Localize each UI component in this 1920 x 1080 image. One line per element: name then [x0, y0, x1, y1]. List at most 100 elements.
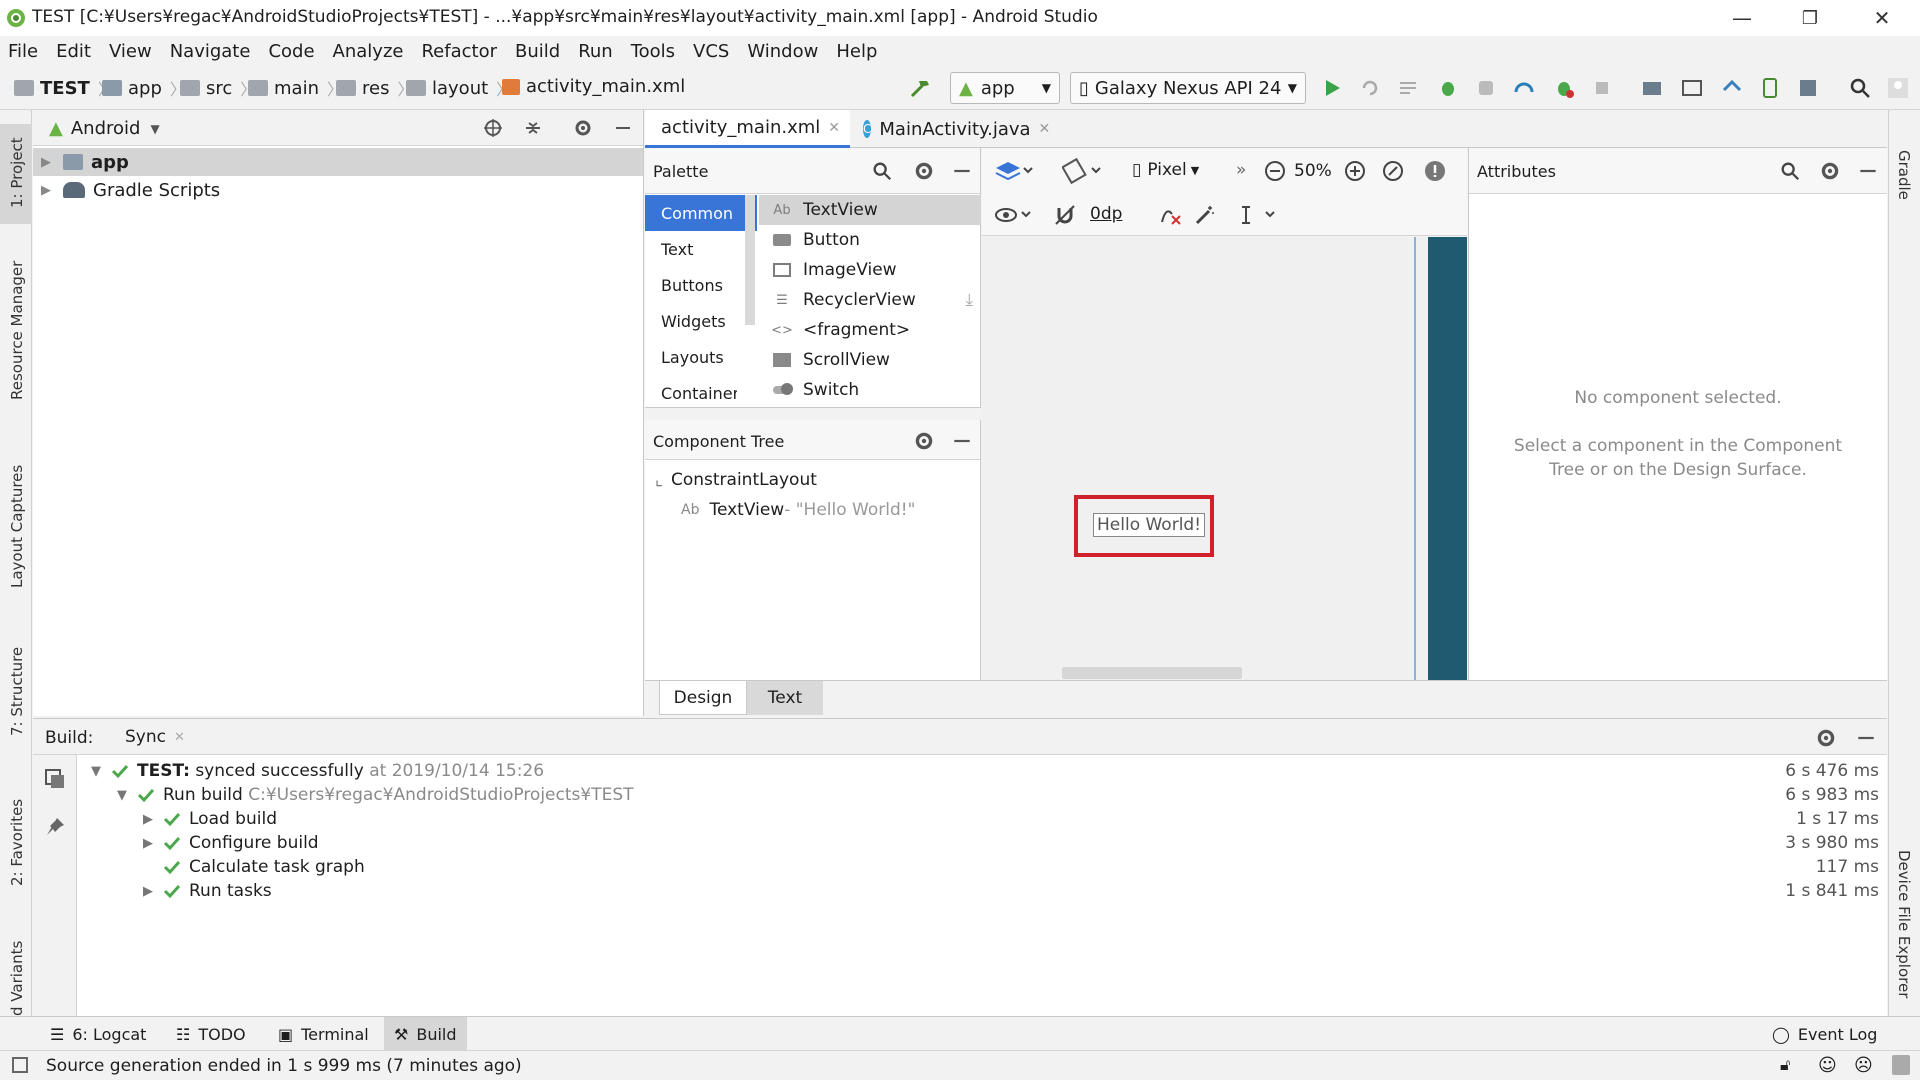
breadcrumb-layout[interactable]: layout〉 [406, 76, 512, 100]
tab-todo[interactable]: ☷ TODO [166, 1017, 256, 1051]
breadcrumb-res[interactable]: res〉 [336, 76, 413, 100]
breadcrumb-activity-main[interactable]: activity_main.xml [502, 76, 685, 97]
toggle-view-icon[interactable] [43, 767, 67, 791]
search-icon[interactable] [1779, 160, 1801, 182]
memory-indicator-icon[interactable] [1892, 1055, 1910, 1075]
sad-feedback-icon[interactable]: ☹ [1854, 1055, 1873, 1076]
menu-tools[interactable]: Tools [631, 41, 675, 62]
build-row-test[interactable]: ▼ TEST: synced successfully at 2019/10/14… [87, 759, 544, 783]
gear-icon[interactable] [913, 160, 935, 182]
collapse-icon[interactable]: ▼ [87, 764, 105, 779]
gear-icon[interactable] [573, 118, 593, 138]
zoom-in-icon[interactable] [1344, 160, 1366, 182]
tool-favorites[interactable]: 2: Favorites [8, 799, 26, 886]
tab-sync[interactable]: Sync ✕ [115, 719, 195, 755]
zoom-out-icon[interactable] [1264, 160, 1286, 182]
happy-feedback-icon[interactable]: ☺ [1818, 1055, 1837, 1076]
run-anything-icon[interactable] [1680, 76, 1704, 100]
expand-icon[interactable]: ▶ [139, 836, 157, 851]
hide-panel-icon[interactable] [1857, 160, 1879, 182]
menu-refactor[interactable]: Refactor [421, 41, 497, 62]
guidelines-icon[interactable] [1238, 204, 1282, 226]
menu-edit[interactable]: Edit [56, 41, 91, 62]
palette-item-fragment[interactable]: <> <fragment> [759, 315, 981, 345]
tab-design[interactable]: Design [659, 681, 747, 715]
status-toggle-icon[interactable] [12, 1057, 28, 1073]
tool-device-file-explorer[interactable]: Device File Explorer [1895, 850, 1913, 998]
menu-vcs[interactable]: VCS [693, 41, 729, 62]
tab-build[interactable]: ⚒ Build [384, 1017, 467, 1051]
palette-item-recyclerview[interactable]: ☰ RecyclerView ⤓ [759, 285, 981, 315]
menu-navigate[interactable]: Navigate [170, 41, 251, 62]
gear-icon[interactable] [913, 430, 935, 452]
tool-project[interactable]: 1: Project [8, 137, 26, 208]
menu-file[interactable]: File [8, 41, 38, 62]
attach-process-icon[interactable] [1552, 76, 1576, 100]
horizontal-scrollbar[interactable] [1062, 667, 1242, 679]
tool-gradle[interactable]: Gradle [1895, 150, 1913, 200]
gear-icon[interactable] [1815, 727, 1837, 749]
tab-activity-main[interactable]: activity_main.xml ✕ [645, 110, 850, 148]
device-select[interactable]: ▯ Galaxy Nexus API 24 ▼ [1070, 72, 1306, 104]
close-icon[interactable]: ✕ [1039, 121, 1051, 137]
palette-category-layouts[interactable]: Layouts [645, 339, 757, 375]
download-icon[interactable]: ⤓ [965, 290, 973, 310]
apply-code-changes-icon[interactable] [1396, 76, 1420, 100]
hide-panel-icon[interactable] [951, 430, 973, 452]
tool-layout-captures[interactable]: Layout Captures [8, 465, 26, 588]
menu-window[interactable]: Window [747, 41, 818, 62]
run-config-select[interactable]: ▲ app ▼ [950, 72, 1060, 104]
tree-node-textview[interactable]: Ab TextView - "Hello World!" [681, 500, 915, 520]
build-row-run-tasks[interactable]: ▶ Run tasks [139, 879, 272, 903]
close-icon[interactable]: ✕ [174, 730, 185, 745]
profile-icon[interactable] [1512, 76, 1536, 100]
palette-item-imageview[interactable]: ImageView [759, 255, 981, 285]
menu-help[interactable]: Help [836, 41, 877, 62]
orientation-icon[interactable] [1062, 158, 1106, 184]
user-avatar-icon[interactable] [1886, 76, 1910, 100]
tool-build-variants[interactable]: d Variants [8, 941, 26, 1016]
avd-manager-icon[interactable] [1758, 76, 1782, 100]
hello-world-textview[interactable]: Hello World! [1093, 513, 1206, 537]
menu-view[interactable]: View [109, 41, 152, 62]
menu-build[interactable]: Build [515, 41, 560, 62]
design-surface-icon[interactable] [994, 158, 1034, 184]
tool-resource-manager[interactable]: Resource Manager [8, 261, 26, 400]
apply-changes-icon[interactable] [1358, 76, 1382, 100]
stop-icon[interactable] [1590, 76, 1614, 100]
palette-category-containers[interactable]: Containers [645, 375, 737, 411]
overflow-icon[interactable]: » [1236, 160, 1246, 180]
tool-structure[interactable]: 7: Structure [8, 647, 26, 736]
design-canvas[interactable]: Hello World! [982, 237, 1467, 680]
close-icon[interactable]: ✕ [828, 120, 840, 136]
expand-icon[interactable]: ▶ [139, 884, 157, 899]
build-row-run-build[interactable]: ▼ Run build C:¥Users¥regac¥AndroidStudioP… [113, 783, 634, 807]
project-view-select[interactable]: ▲ Android ▼ [49, 118, 160, 139]
build-row-configure-build[interactable]: ▶ Configure build [139, 831, 319, 855]
sdk-manager-icon[interactable] [1796, 76, 1820, 100]
search-icon[interactable] [1848, 76, 1872, 100]
breadcrumb-test[interactable]: TEST〉 [14, 76, 114, 100]
palette-item-switch[interactable]: Switch [759, 375, 981, 405]
palette-category-text[interactable]: Text [645, 231, 757, 267]
tab-event-log[interactable]: ◯ Event Log [1762, 1017, 1887, 1051]
tree-item-app[interactable]: ▶ app [33, 148, 643, 176]
breadcrumb-main[interactable]: main 〉 [248, 76, 343, 100]
project-structure-icon[interactable] [1640, 76, 1664, 100]
palette-category-widgets[interactable]: Widgets [645, 303, 757, 339]
blueprint-preview[interactable] [1428, 237, 1467, 680]
warning-icon[interactable] [1424, 160, 1446, 182]
palette-item-textview[interactable]: Ab TextView [759, 195, 981, 225]
palette-item-button[interactable]: Button [759, 225, 981, 255]
hide-panel-icon[interactable] [613, 118, 633, 138]
palette-category-buttons[interactable]: Buttons [645, 267, 757, 303]
infer-constraints-wand-icon[interactable] [1194, 204, 1216, 226]
zoom-to-fit-icon[interactable] [1382, 160, 1404, 182]
run-icon[interactable] [1320, 76, 1344, 100]
hide-panel-icon[interactable] [1855, 727, 1877, 749]
default-margin-select[interactable]: 0dp [1086, 204, 1126, 224]
sync-gradle-icon[interactable] [1720, 76, 1744, 100]
view-options-eye-icon[interactable] [994, 204, 1034, 226]
clear-constraints-icon[interactable] [1158, 204, 1182, 226]
build-row-calculate-task-graph[interactable]: Calculate task graph [139, 855, 365, 879]
